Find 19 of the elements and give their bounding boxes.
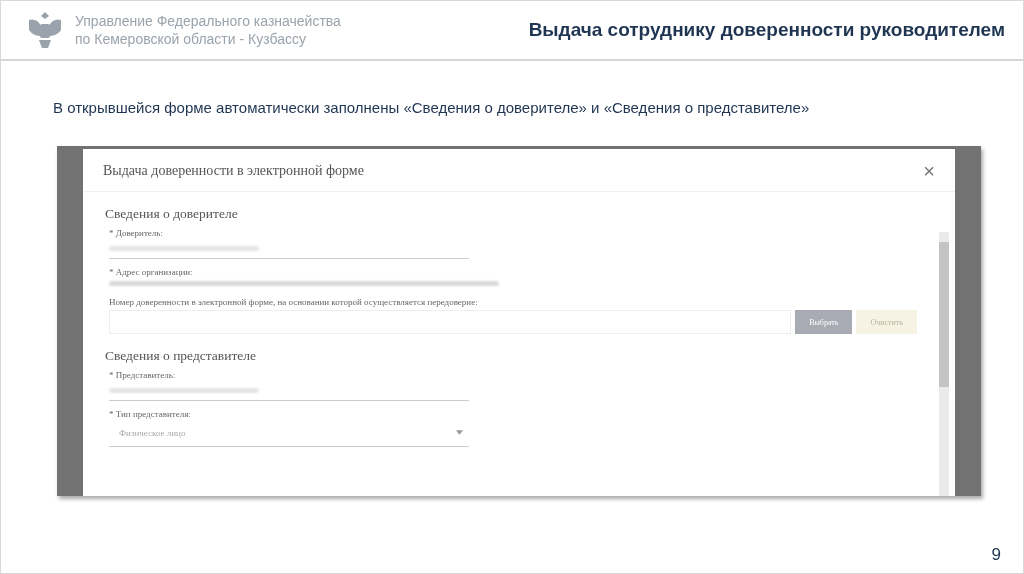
slide-subtitle: В открывшейся форме автоматически заполнены «Сведения о доверителе» и «Сведения о представителе» (53, 99, 811, 116)
field-label: * Тип представителя: (109, 409, 192, 419)
section-heading: Сведения о доверителе (105, 206, 239, 222)
field-label: Номер доверенности в электронной форме, на основании которой осуществляется передоверие: (109, 297, 479, 307)
modal-title: Выдача доверенности в электронной форме (103, 163, 364, 179)
page-number: 9 (991, 545, 1001, 565)
field-label: * Доверитель: (109, 228, 164, 238)
select-field[interactable]: Физическое лицо (109, 419, 469, 447)
slide-title: Выдача сотруднику доверенности руководителем (528, 19, 1005, 41)
scrollbar[interactable] (939, 232, 949, 496)
field-label: * Представитель: (109, 370, 177, 380)
form-button[interactable]: Очистить (856, 310, 917, 334)
close-button[interactable]: × (921, 161, 937, 181)
section-heading: Сведения о представителе (105, 348, 258, 364)
organization-name: по Кемеровской области - Кузбассу (75, 30, 307, 48)
field-label: * Адрес организации: (109, 267, 194, 277)
form-button[interactable]: Выбрать (795, 310, 853, 334)
caret-icon (456, 430, 463, 435)
organization-name: Управление Федерального казначейства (75, 12, 341, 30)
